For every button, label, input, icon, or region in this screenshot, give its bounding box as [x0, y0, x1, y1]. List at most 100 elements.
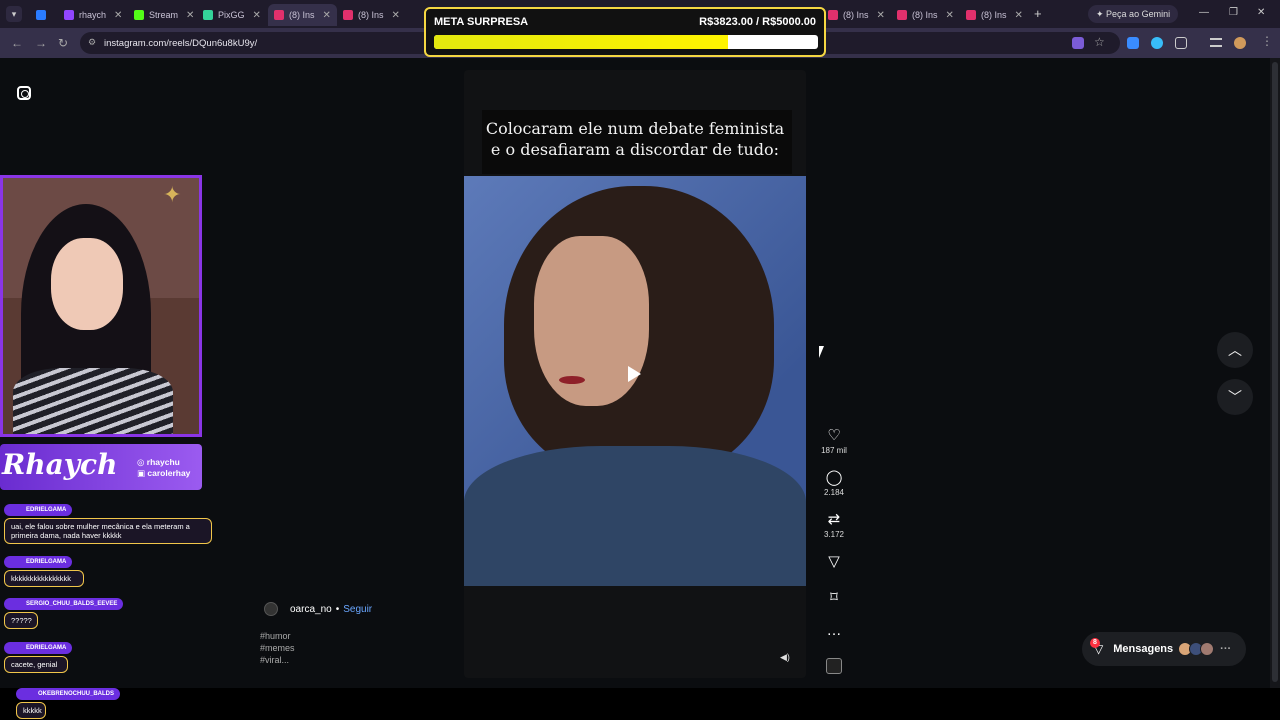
- video-subject-shirt: [464, 446, 806, 586]
- close-tab-icon[interactable]: ✕: [253, 10, 261, 21]
- notification-badge: 8: [1090, 638, 1100, 648]
- instagram-icon: [897, 10, 907, 20]
- close-tab-icon[interactable]: ✕: [877, 10, 885, 21]
- follow-button[interactable]: Seguir: [343, 604, 372, 615]
- chat-message: EDRIELGAMA kkkkkkkkkkkkkkkk: [4, 550, 84, 587]
- chat-username: OKEBRENOCHUU_BALDS: [16, 688, 121, 700]
- chat-username: EDRIELGAMA: [4, 504, 73, 516]
- more-options-button[interactable]: …: [816, 622, 852, 639]
- repost-icon: ⇄: [827, 511, 841, 528]
- messages-button[interactable]: ▽ 8 Mensagens ···: [1082, 632, 1246, 666]
- send-icon: ▽: [828, 553, 840, 570]
- tab-label: Stream: [149, 10, 179, 20]
- audio-thumbnail[interactable]: [826, 658, 842, 674]
- back-arrow-icon[interactable]: ←: [11, 36, 23, 50]
- site-info-icon[interactable]: ⚙: [88, 37, 96, 48]
- mouse-cursor: [819, 346, 824, 358]
- author-username[interactable]: oarca_no: [290, 604, 332, 615]
- tab-pixgg[interactable]: PixGG ✕: [203, 4, 261, 26]
- chat-text: ?????: [4, 612, 38, 629]
- url-text[interactable]: instagram.com/reels/DQun6u8kU9y/: [104, 38, 257, 49]
- save-button[interactable]: ⌑: [816, 588, 852, 606]
- new-tab-button[interactable]: +: [1034, 6, 1042, 21]
- next-reel-button[interactable]: ﹀: [1217, 379, 1253, 415]
- close-tab-icon[interactable]: ✕: [946, 10, 954, 21]
- message-avatars: [1178, 642, 1215, 656]
- media-controls-icon[interactable]: [1210, 38, 1222, 47]
- ellipsis-icon: …: [826, 622, 842, 639]
- tab-twitch[interactable]: [36, 4, 51, 26]
- volume-icon[interactable]: ◀): [780, 652, 790, 663]
- tab-label: rhaych: [79, 10, 107, 20]
- goal-progress-fill: [434, 35, 728, 49]
- bookmark-icon: [36, 10, 46, 20]
- tab-label: (8) Ins: [912, 10, 938, 20]
- chat-message: EDRIELGAMA uai, ele falou sobre mulher m…: [4, 498, 212, 544]
- star-decoration-icon: ✦: [163, 182, 182, 207]
- handle-text: rhaychu: [146, 457, 180, 467]
- tab-instagram[interactable]: (8) Ins ✕: [343, 4, 400, 26]
- gemini-button[interactable]: ✦ Peça ao Gemini: [1088, 5, 1179, 23]
- comment-button[interactable]: ◯ 2.184: [816, 468, 852, 497]
- hashtag[interactable]: #memes: [260, 642, 295, 654]
- restore-button[interactable]: ❐: [1229, 7, 1238, 18]
- close-tab-icon[interactable]: ✕: [1015, 10, 1023, 21]
- play-icon[interactable]: [628, 366, 641, 382]
- close-tab-icon[interactable]: ✕: [186, 10, 194, 21]
- previous-reel-button[interactable]: ︿: [1217, 332, 1253, 368]
- forward-arrow-icon[interactable]: →: [35, 36, 47, 50]
- chat-message: SERGIO_CHUU_BALDS_EEVEE ?????: [4, 592, 124, 629]
- hashtag[interactable]: #viral...: [260, 654, 295, 666]
- tab-label: (8) Ins: [843, 10, 869, 20]
- messages-label: Mensagens: [1113, 643, 1174, 655]
- streamer-logo: Rhaych: [2, 448, 118, 481]
- like-button[interactable]: ♡ 187 mil: [816, 426, 852, 455]
- extensions-puzzle-icon[interactable]: [1175, 37, 1187, 49]
- tab-instagram-active[interactable]: (8) Ins ✕: [268, 4, 337, 26]
- tab-rhaych[interactable]: rhaych ✕: [64, 4, 122, 26]
- download-icon[interactable]: [1127, 37, 1139, 49]
- hashtag[interactable]: #humor: [260, 630, 295, 642]
- comment-count: 2.184: [823, 488, 845, 497]
- video-frame[interactable]: [464, 176, 806, 586]
- reel-player[interactable]: Colocaram ele num debate feminista e o d…: [464, 70, 806, 678]
- chat-text: kkkkk: [16, 702, 46, 719]
- page-scrollbar[interactable]: [1270, 58, 1280, 688]
- bookmark-icon: ⌑: [830, 589, 838, 606]
- bookmark-star-icon[interactable]: ☆: [1094, 35, 1105, 49]
- repost-count: 3.172: [823, 530, 845, 539]
- scrollbar-thumb[interactable]: [1272, 62, 1278, 682]
- twitch-icon: [64, 10, 74, 20]
- tab-instagram[interactable]: (8) Ins ✕: [966, 4, 1023, 26]
- close-window-button[interactable]: ✕: [1257, 7, 1265, 18]
- chat-message: OKEBRENOCHUU_BALDS kkkkk: [16, 682, 121, 719]
- avatar: [1200, 642, 1215, 656]
- chat-text: cacete, genial: [4, 656, 68, 673]
- handle-text: carolerhay: [147, 468, 191, 478]
- minimize-button[interactable]: —: [1199, 7, 1209, 18]
- repost-button[interactable]: ⇄ 3.172: [816, 510, 852, 539]
- cast-icon[interactable]: [1072, 37, 1084, 49]
- instagram-handle: ◎ rhaychu: [137, 457, 180, 467]
- goal-progress-bar: [434, 35, 818, 49]
- close-tab-icon[interactable]: ✕: [323, 10, 331, 21]
- chat-text: kkkkkkkkkkkkkkkk: [4, 570, 84, 587]
- more-menu-icon[interactable]: ⋮: [1261, 34, 1273, 48]
- reload-icon[interactable]: ↻: [58, 36, 68, 50]
- tab-instagram[interactable]: (8) Ins ✕: [897, 4, 954, 26]
- sparkle-icon: ✦: [1096, 9, 1107, 19]
- tab-label: (8) Ins: [289, 10, 315, 20]
- tab-stream[interactable]: Stream ✕: [134, 4, 194, 26]
- caption-line: Colocaram ele num debate feminista: [485, 119, 785, 138]
- tab-search-button[interactable]: ▾: [6, 6, 22, 22]
- share-button[interactable]: ▽: [816, 552, 852, 570]
- instagram-logo-icon[interactable]: [17, 86, 31, 100]
- goal-title: META SURPRESA: [434, 16, 529, 28]
- close-tab-icon[interactable]: ✕: [114, 10, 122, 21]
- extension-diamond-icon[interactable]: [1151, 37, 1163, 49]
- close-tab-icon[interactable]: ✕: [392, 10, 400, 21]
- tab-instagram[interactable]: (8) Ins ✕: [828, 4, 885, 26]
- like-count: 187 mil: [821, 446, 847, 455]
- profile-avatar[interactable]: [1234, 37, 1246, 49]
- author-avatar[interactable]: [264, 602, 278, 616]
